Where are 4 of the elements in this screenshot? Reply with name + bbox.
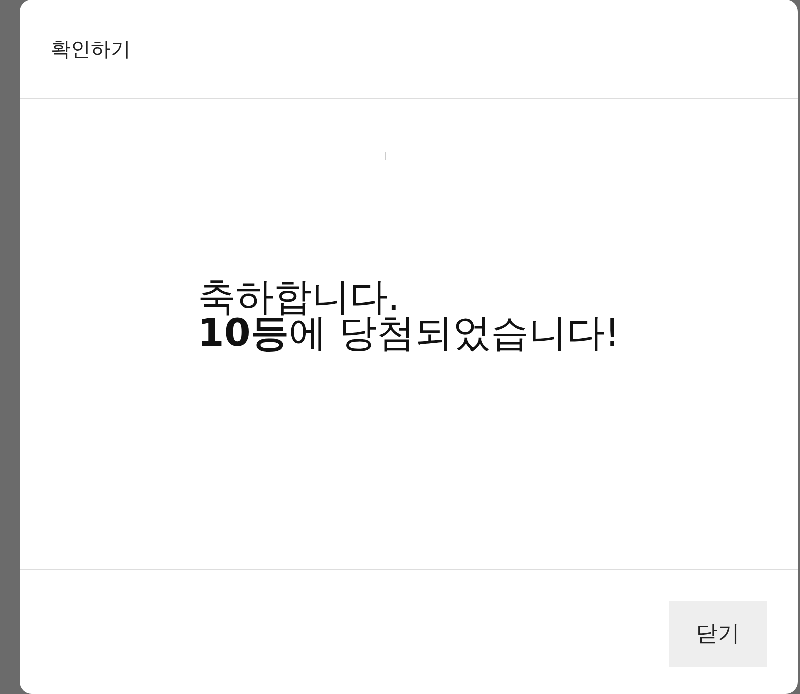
close-button[interactable]: 닫기 bbox=[669, 601, 767, 667]
message-text: 축하합니다. 10등에 당첨되었습니다! bbox=[198, 279, 620, 352]
tick-mark bbox=[385, 152, 386, 160]
dialog-title: 확인하기 bbox=[51, 36, 131, 62]
